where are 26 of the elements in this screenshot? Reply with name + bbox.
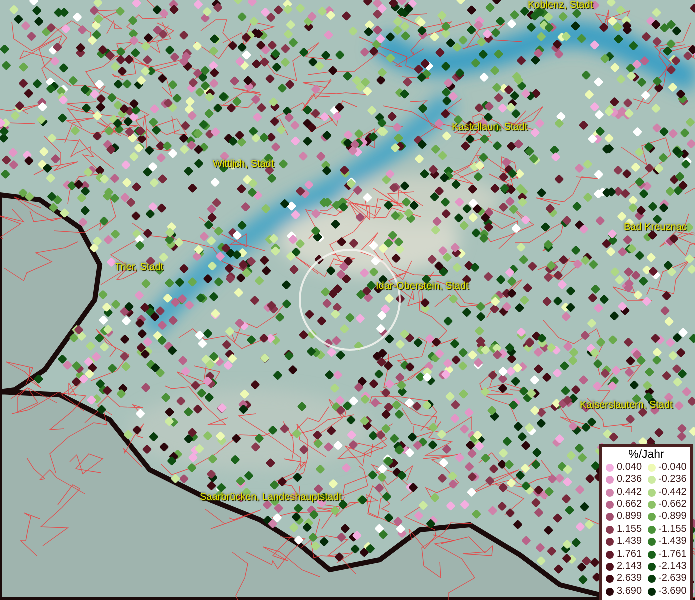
legend-value: -3.690 (658, 586, 687, 598)
legend-value: 1.439 (617, 536, 642, 548)
legend-value: -0.040 (658, 462, 687, 474)
legend-value: 0.662 (617, 499, 642, 512)
legend-value: 3.690 (617, 586, 642, 598)
legend-value: -2.143 (658, 561, 687, 574)
legend-value: 0.899 (617, 511, 642, 524)
legend-value: -0.442 (658, 486, 687, 499)
place-label: Wittlich, Stadt (213, 159, 274, 171)
legend-value: 2.639 (617, 573, 642, 586)
legend-value: -0.662 (658, 499, 687, 512)
place-label: Bad Kreuznac (624, 222, 687, 234)
legend-value: 0.442 (617, 486, 642, 499)
legend-value: -0.236 (658, 474, 687, 486)
legend-value: -1.439 (658, 536, 687, 548)
legend-value: -1.155 (658, 524, 687, 536)
legend-value: 0.236 (617, 474, 642, 486)
legend-value: 2.143 (617, 561, 642, 574)
legend-value: 1.761 (617, 548, 642, 561)
legend-value: -1.761 (658, 548, 687, 561)
legend-title: %/Jahr (628, 448, 666, 462)
legend-value: 0.040 (617, 462, 642, 474)
legend-value: -0.899 (658, 511, 687, 524)
legend-value: -2.639 (658, 573, 687, 586)
legend-value: 1.155 (617, 524, 642, 536)
place-label: Koblenz, Stadt (528, 0, 594, 12)
